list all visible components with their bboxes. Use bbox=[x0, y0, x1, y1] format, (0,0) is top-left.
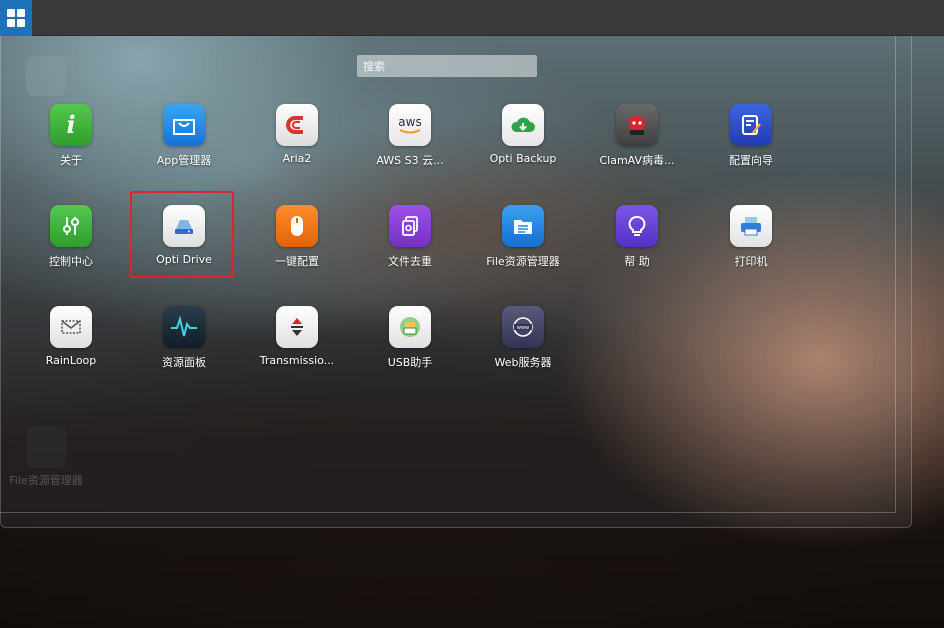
app-aws-s3[interactable]: aws AWS S3 云... bbox=[355, 104, 465, 180]
usb-icon bbox=[389, 306, 431, 348]
magnet-icon bbox=[276, 104, 318, 146]
svg-text:aws: aws bbox=[398, 115, 421, 129]
app-about[interactable]: i 关于 bbox=[16, 104, 126, 180]
app-label: 控制中心 bbox=[49, 255, 93, 268]
cloud-download-icon bbox=[502, 104, 544, 146]
wave-monitor-icon bbox=[163, 306, 205, 348]
app-transmission[interactable]: Transmissio... bbox=[242, 306, 352, 382]
svg-text:www: www bbox=[517, 325, 529, 331]
file-dedup-icon bbox=[389, 205, 431, 247]
app-label: 关于 bbox=[60, 154, 82, 167]
app-file-dedup[interactable]: 文件去重 bbox=[355, 205, 465, 281]
taskbar bbox=[0, 0, 944, 36]
app-one-click-config[interactable]: 一键配置 bbox=[242, 205, 352, 281]
app-printer[interactable]: 打印机 bbox=[696, 205, 806, 281]
app-label: ClamAV病毒... bbox=[599, 154, 675, 167]
shopping-bag-icon bbox=[163, 104, 205, 146]
start-button[interactable] bbox=[0, 0, 32, 36]
app-opti-backup[interactable]: Opti Backup bbox=[468, 104, 578, 180]
transmission-icon bbox=[276, 306, 318, 348]
app-control-center[interactable]: 控制中心 bbox=[16, 205, 126, 281]
app-app-manager[interactable]: App管理器 bbox=[129, 104, 239, 180]
app-web-server[interactable]: www Web服务器 bbox=[468, 306, 578, 382]
app-label: 配置向导 bbox=[729, 154, 773, 167]
aws-icon: aws bbox=[389, 104, 431, 146]
app-label: 帮 助 bbox=[624, 255, 650, 268]
app-usb-helper[interactable]: USB助手 bbox=[355, 306, 465, 382]
app-label: App管理器 bbox=[156, 154, 212, 167]
app-resource-panel[interactable]: 资源面板 bbox=[129, 306, 239, 382]
app-label: 打印机 bbox=[734, 255, 768, 268]
app-label: Transmissio... bbox=[259, 354, 335, 367]
mouse-icon bbox=[276, 205, 318, 247]
app-label: AWS S3 云... bbox=[376, 154, 444, 167]
search-input[interactable] bbox=[357, 55, 537, 77]
app-label: File资源管理器 bbox=[486, 255, 560, 268]
app-config-wizard[interactable]: 配置向导 bbox=[696, 104, 806, 180]
sliders-icon bbox=[50, 205, 92, 247]
lightbulb-icon bbox=[616, 205, 658, 247]
globe-www-icon: www bbox=[502, 306, 544, 348]
app-label: 文件去重 bbox=[388, 255, 432, 268]
file-manager-icon bbox=[502, 205, 544, 247]
app-file-manager[interactable]: File资源管理器 bbox=[468, 205, 578, 281]
info-icon: i bbox=[50, 104, 92, 146]
app-clamav[interactable]: ClamAV病毒... bbox=[582, 104, 692, 180]
app-rainloop[interactable]: RainLoop bbox=[16, 306, 126, 382]
app-help[interactable]: 帮 助 bbox=[582, 205, 692, 281]
printer-icon bbox=[730, 205, 772, 247]
clamav-icon bbox=[616, 104, 658, 146]
mail-icon bbox=[50, 306, 92, 348]
app-label: 资源面板 bbox=[162, 356, 206, 369]
app-label: USB助手 bbox=[387, 356, 433, 369]
app-label: Opti Backup bbox=[489, 152, 557, 165]
app-label: Web服务器 bbox=[494, 356, 552, 369]
placeholder-tile bbox=[26, 56, 66, 96]
selection-highlight bbox=[130, 191, 234, 278]
wizard-icon bbox=[730, 104, 772, 146]
app-aria2[interactable]: Aria2 bbox=[242, 104, 352, 180]
grid-icon bbox=[7, 9, 25, 27]
app-label: 一键配置 bbox=[275, 255, 319, 268]
app-label: Aria2 bbox=[282, 152, 312, 165]
app-label: RainLoop bbox=[45, 354, 97, 367]
